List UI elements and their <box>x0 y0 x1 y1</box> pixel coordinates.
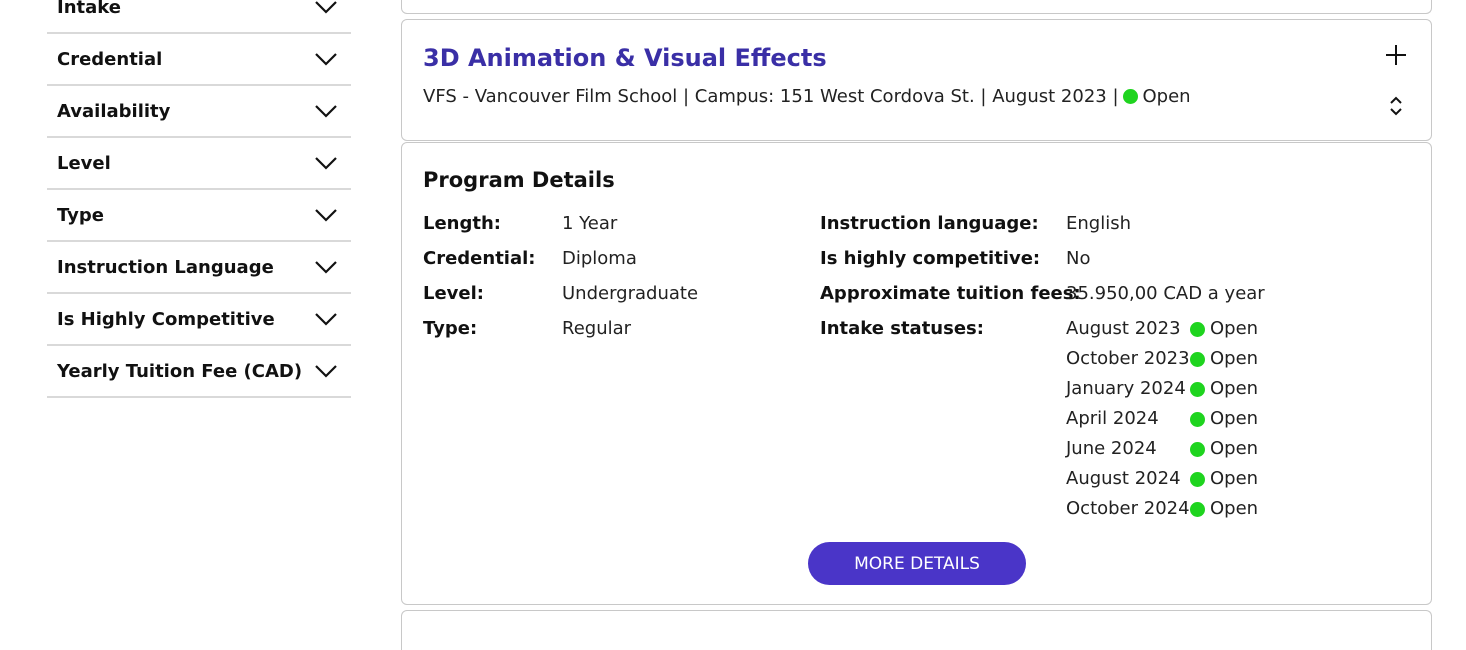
detail-value-level: Undergraduate <box>562 283 699 304</box>
status-dot-icon <box>1122 89 1138 104</box>
detail-label-tuition: Approximate tuition fees: <box>820 283 1081 304</box>
previous-program-card <box>401 0 1432 14</box>
detail-label-level: Level: <box>423 283 484 304</box>
detail-label-intake-statuses: Intake statuses: <box>820 318 984 339</box>
status-dot-icon <box>1190 471 1205 487</box>
status-dot-icon <box>1190 411 1205 427</box>
intake-status: Open <box>1210 408 1259 429</box>
program-subtitle: VFS - Vancouver Film School | Campus: 15… <box>423 86 1191 107</box>
filter-label: Level <box>57 152 111 174</box>
intake-status: Open <box>1210 438 1259 459</box>
detail-label-highly-competitive: Is highly competitive: <box>820 248 1041 269</box>
detail-value-length: 1 Year <box>562 213 618 234</box>
status-dot-icon <box>1190 321 1205 337</box>
intake-date: January 2024 <box>1066 378 1186 399</box>
chevron-down-icon <box>315 53 337 66</box>
detail-value-instruction-language: English <box>1066 213 1131 234</box>
filter-credential[interactable]: Credential <box>47 34 351 86</box>
status-dot-icon <box>1190 351 1205 367</box>
intake-date: August 2023 <box>1066 318 1181 339</box>
filter-availability[interactable]: Availability <box>47 86 351 138</box>
chevron-down-icon <box>315 261 337 274</box>
more-details-button[interactable]: MORE DETAILS <box>808 542 1026 585</box>
detail-label-credential: Credential: <box>423 248 536 269</box>
status-dot-icon <box>1190 381 1205 397</box>
filter-tuition-fee[interactable]: Yearly Tuition Fee (CAD) <box>47 346 351 398</box>
intake-date: October 2023 <box>1066 348 1190 369</box>
filter-label: Type <box>57 204 104 226</box>
intake-status-item: August 2023 Open <box>1066 317 1258 341</box>
program-meta: VFS - Vancouver Film School | Campus: 15… <box>423 86 1119 107</box>
chevron-down-icon <box>315 313 337 326</box>
program-title[interactable]: 3D Animation & Visual Effects <box>423 44 827 72</box>
filter-label: Availability <box>57 100 171 122</box>
intake-status-item: October 2023 Open <box>1066 347 1258 371</box>
detail-label-length: Length: <box>423 213 501 234</box>
status-dot-icon <box>1190 441 1205 457</box>
filter-label: Intake <box>57 0 121 18</box>
detail-value-credential: Diploma <box>562 248 637 269</box>
filter-instruction-language[interactable]: Instruction Language <box>47 242 351 294</box>
status-dot-icon <box>1190 501 1205 517</box>
intake-status: Open <box>1210 378 1259 399</box>
plus-icon[interactable] <box>1385 44 1407 66</box>
intake-status: Open <box>1210 318 1259 339</box>
intake-status: Open <box>1210 498 1259 519</box>
program-details-card: Program Details Length: 1 Year Credentia… <box>401 142 1432 605</box>
chevron-down-icon <box>315 365 337 378</box>
intake-date: April 2024 <box>1066 408 1159 429</box>
filter-level[interactable]: Level <box>47 138 351 190</box>
intake-date: June 2024 <box>1066 438 1157 459</box>
intake-status-item: January 2024 Open <box>1066 377 1258 401</box>
program-card-header[interactable]: 3D Animation & Visual Effects VFS - Vanc… <box>401 19 1432 141</box>
chevron-down-icon <box>315 105 337 118</box>
filter-label: Yearly Tuition Fee (CAD) <box>57 360 303 382</box>
intake-status-item: August 2024 Open <box>1066 467 1258 491</box>
program-status: Open <box>1142 86 1191 107</box>
chevron-down-icon <box>315 157 337 170</box>
intake-status-item: April 2024 Open <box>1066 407 1258 431</box>
filter-label: Credential <box>57 48 163 70</box>
filter-label: Is Highly Competitive <box>57 308 275 330</box>
detail-value-type: Regular <box>562 318 632 339</box>
details-title: Program Details <box>423 168 615 192</box>
detail-value-highly-competitive: No <box>1066 248 1091 269</box>
expand-collapse-icon[interactable] <box>1389 95 1403 117</box>
intake-date: August 2024 <box>1066 468 1181 489</box>
filter-sidebar: Intake Credential Availability Level Typ… <box>47 0 351 398</box>
filter-intake[interactable]: Intake <box>47 0 351 34</box>
detail-label-type: Type: <box>423 318 478 339</box>
intake-status-item: June 2024 Open <box>1066 437 1258 461</box>
filter-type[interactable]: Type <box>47 190 351 242</box>
detail-label-instruction-language: Instruction language: <box>820 213 1039 234</box>
intake-date: October 2024 <box>1066 498 1190 519</box>
detail-value-tuition: 35.950,00 CAD a year <box>1066 283 1265 304</box>
chevron-down-icon <box>315 1 337 14</box>
filter-label: Instruction Language <box>57 256 274 278</box>
filter-highly-competitive[interactable]: Is Highly Competitive <box>47 294 351 346</box>
intake-status-item: October 2024 Open <box>1066 497 1258 521</box>
intake-status: Open <box>1210 468 1259 489</box>
next-program-card <box>401 610 1432 650</box>
intake-status: Open <box>1210 348 1259 369</box>
chevron-down-icon <box>315 209 337 222</box>
